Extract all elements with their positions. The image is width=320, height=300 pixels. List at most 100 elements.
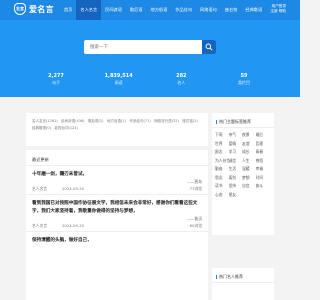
hot-tags-list: 下雨 亲气 夜景 婚后世界 爱情 友谊 哲理励志 学习 成长 青春为人处世 诚信 人生 感悟勤奋 生活 温暖… [212, 128, 274, 202]
site-logo[interactable]: 名言 爱名言 [14, 3, 54, 15]
hot-tag-link[interactable]: 温暖 [242, 165, 256, 174]
stat-label: 句子 [52, 80, 60, 85]
stat-columns: 59 类栏目 [219, 73, 269, 86]
category-card: 名人名言(1261) 民间谚语(436) 歇后语(2) 地方俗语(1) 作品佳句… [26, 113, 208, 146]
quote-date: 2024-09-20 [62, 223, 85, 228]
hot-tag-link[interactable]: 学习 [229, 148, 243, 157]
quote-text[interactable]: 十年磨一剑，霜刃未曾试， [32, 166, 202, 179]
hot-tag-link[interactable]: 人生 [242, 157, 256, 166]
hot-people-card: 热门名人推荐 [212, 268, 274, 300]
top-header: 名言 爱名言 首页 名人名言 民间谚语 歇后语 地方俗语 作品佳句 网络语句 座… [0, 0, 300, 20]
hot-tag-link[interactable]: 夜景 [242, 131, 256, 140]
hot-tags-title: 热门主题标签推荐 [212, 113, 274, 128]
hot-tags-card: 热门主题标签推荐 下雨 亲气 夜景 婚后世界 爱情 友谊 哲理励志 学习 成长 青春为人处世 诚信人… [212, 113, 274, 235]
quote-text[interactable]: 看到我国已对按照中国作协征展文学，我相信未来会非常好，感谢你们看看这些文字，我们… [32, 195, 202, 216]
logo-icon: 名言 [14, 3, 26, 15]
stat-reads: 1,839,514 阅读 [94, 73, 144, 86]
hot-tag-link[interactable]: 诚信 [229, 157, 243, 166]
stat-value: 2,277 [48, 73, 64, 79]
hot-tag-link[interactable]: 思念 [215, 174, 229, 183]
stat-label: 名人 [177, 80, 186, 85]
list-item[interactable]: 十年磨一剑，霜刃未曾试， ——贾岛 名人名言 2024-09-20 77浏览 [26, 166, 208, 195]
stat-value: 59 [240, 73, 248, 79]
hot-people-title: 热门名人推荐 [212, 268, 274, 283]
category-link[interactable]: 地方俗语(1) [107, 118, 126, 125]
search-box [84, 40, 216, 54]
quote-category[interactable]: 名人名言 [32, 185, 62, 192]
stat-people: 282 名人 [156, 73, 206, 86]
accent-bar [216, 274, 217, 279]
hot-tag-link[interactable]: 亲气 [229, 131, 243, 140]
register-link[interactable]: 注册 帮助 [270, 9, 286, 14]
hot-tag-link[interactable]: 时间 [256, 174, 270, 183]
quote-meta: 名人名言 2024-09-20 60浏览 [32, 222, 202, 231]
nav-item-famous-quotes[interactable]: 名人名言 [76, 0, 102, 20]
nav-item-internet[interactable]: 网络语句 [196, 0, 221, 20]
nav-item-motto[interactable]: 座右铭 [221, 0, 242, 20]
hot-tag-link[interactable]: 哲理 [256, 140, 270, 149]
hot-tag-link[interactable]: 生活 [229, 165, 243, 174]
category-link[interactable]: 经典歇语(0) [32, 125, 51, 132]
hot-people-title-text: 热门名人推荐 [219, 274, 243, 279]
hero-banner: 2,277 句子 1,839,514 阅读 282 名人 59 类栏目 [0, 20, 300, 97]
hot-tag-link[interactable]: 婚后 [256, 131, 270, 140]
hot-tag-link[interactable]: 下雨 [215, 131, 229, 140]
quote-views: 60浏览 [189, 223, 202, 228]
recent-list: 最近更新 十年磨一剑，霜刃未曾试， ——贾岛 名人名言 2024-09-20 7… [26, 150, 208, 300]
hot-tag-link[interactable]: 奋斗 [256, 182, 270, 191]
stat-label: 类栏目 [237, 80, 250, 85]
main-nav: 首页 名人名言 民间谚语 歇后语 地方俗语 作品佳句 网络语句 座右铭 经典歇语 [60, 0, 266, 20]
category-list: 名人名言(1261) 民间谚语(436) 歇后语(2) 地方俗语(1) 作品佳句… [32, 118, 202, 132]
search-input[interactable] [84, 40, 198, 54]
nav-item-proverbs[interactable]: 民间谚语 [101, 0, 126, 20]
hot-tag-link[interactable]: 勤奋 [215, 165, 229, 174]
stat-value: 282 [176, 73, 187, 79]
stat-label: 阅读 [114, 80, 123, 85]
hot-tag-link[interactable]: 感悟 [256, 157, 270, 166]
hot-tag-link[interactable]: 为人处世 [215, 157, 229, 166]
user-links: 用户登录 注册 帮助 [270, 4, 286, 14]
category-link[interactable]: 作品佳句(71) [130, 118, 151, 125]
logo-text: 爱名言 [29, 4, 54, 14]
hot-tag-link[interactable]: 世界 [215, 140, 229, 149]
stat-sentences: 2,277 句子 [31, 73, 81, 86]
hot-tag-link[interactable]: 梦想 [242, 174, 256, 183]
search-button[interactable] [202, 40, 216, 54]
hot-tag-link[interactable]: 读书 [215, 182, 229, 191]
hot-tag-link[interactable]: 自信 [242, 182, 256, 191]
nav-item-classic[interactable]: 经典歇语 [241, 0, 266, 20]
hot-tag-link[interactable]: 朋友 [229, 191, 243, 200]
quote-views: 77浏览 [189, 186, 202, 191]
nav-item-works[interactable]: 作品佳句 [171, 0, 196, 20]
nav-item-local-sayings[interactable]: 地方俗语 [147, 0, 172, 20]
quote-meta: 名人名言 2024-09-20 77浏览 [32, 185, 202, 194]
search-icon [205, 43, 213, 51]
hot-tag-link[interactable]: 心态 [215, 191, 229, 200]
category-link[interactable]: 名人名言(1261) [32, 118, 58, 125]
section-title: 最近更新 [26, 150, 208, 166]
category-link[interactable]: 座右铭(2) [182, 118, 197, 125]
hot-tags-title-text: 热门主题标签推荐 [219, 119, 251, 124]
hot-tag-link[interactable]: 爱情 [229, 140, 243, 149]
category-link[interactable]: 影视台词(124) [54, 125, 77, 132]
category-link[interactable]: 网络流行语(32) [154, 118, 179, 125]
category-link[interactable]: 民间谚语(436) [61, 118, 84, 125]
category-link[interactable]: 歇后语(2) [88, 118, 103, 125]
hot-tag-link[interactable]: 幸福 [256, 165, 270, 174]
quote-text[interactable]: 保持清醒的头脑，做好自己， [32, 232, 202, 245]
stat-value: 1,839,514 [104, 73, 133, 79]
hot-tag-link[interactable]: 励志 [215, 148, 229, 157]
quote-date: 2024-09-20 [62, 186, 85, 191]
nav-item-xiehouyu[interactable]: 歇后语 [126, 0, 147, 20]
hot-tag-link[interactable]: 坚持 [229, 182, 243, 191]
list-item[interactable]: 保持清醒的头脑，做好自己， [26, 232, 208, 245]
hot-tag-link[interactable]: 青春 [256, 148, 270, 157]
accent-bar [216, 119, 217, 124]
quote-category[interactable]: 名人名言 [32, 222, 62, 229]
list-item[interactable]: 看到我国已对按照中国作协征展文学，我相信未来会非常好，感谢你们看看这些文字，我们… [26, 195, 208, 232]
hot-tag-link[interactable]: 友谊 [242, 140, 256, 149]
nav-item-home[interactable]: 首页 [60, 0, 76, 20]
site-stats: 2,277 句子 1,839,514 阅读 282 名人 59 类栏目 [0, 73, 300, 86]
hot-tag-link[interactable]: 离别 [229, 174, 243, 183]
hot-tag-link[interactable]: 成长 [242, 148, 256, 157]
